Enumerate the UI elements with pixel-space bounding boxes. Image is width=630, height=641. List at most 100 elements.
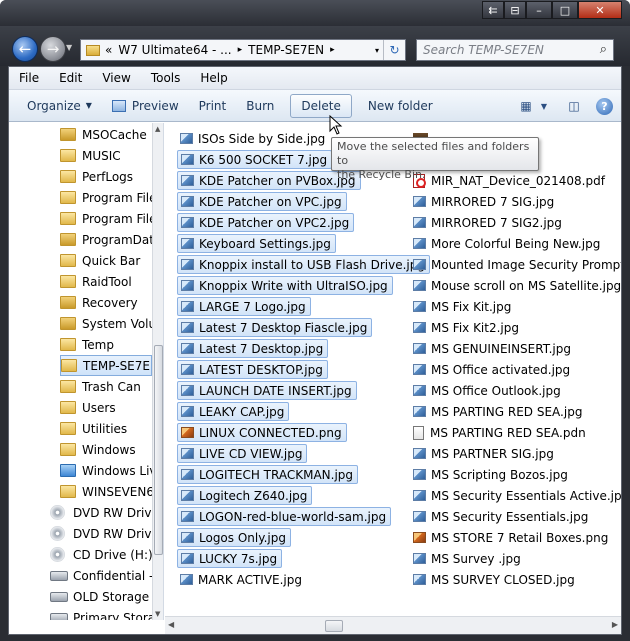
nav-item[interactable]: TEMP-SE7EN — [60, 355, 152, 376]
menu-tools[interactable]: Tools — [141, 71, 191, 85]
breadcrumb-separator-icon[interactable]: ▸ — [238, 45, 243, 55]
minimize-button[interactable]: – — [526, 1, 552, 19]
file-item[interactable]: LEAKY CAP.jpg — [177, 402, 290, 421]
file-item[interactable]: MS Scripting Bozos.jpg — [410, 465, 572, 484]
address-overflow[interactable]: « — [105, 43, 112, 57]
recent-pages-dropdown[interactable]: ▼ — [66, 43, 72, 52]
file-item[interactable]: MIRRORED 7 SIG2.jpg — [410, 213, 566, 232]
file-item[interactable]: MARK ACTIVE.jpg — [177, 570, 306, 589]
organize-button[interactable]: Organize ▼ — [17, 94, 102, 118]
nav-item[interactable]: WINSEVEN64 — [60, 481, 152, 502]
nav-item[interactable]: Utilities — [60, 418, 152, 439]
forward-button[interactable]: → — [40, 36, 66, 62]
view-options-icon[interactable]: ▦ — [514, 94, 538, 118]
file-item[interactable]: LARGE 7 Logo.jpg — [177, 297, 311, 316]
snap-icon[interactable]: ⊟ — [504, 1, 526, 19]
nav-item[interactable]: DVD RW Drive — [50, 523, 152, 544]
scroll-up-icon[interactable]: ▲ — [155, 125, 160, 133]
switch-window-icon[interactable]: ⇇ — [482, 1, 504, 19]
nav-item[interactable]: OLD Storage - \ — [50, 586, 152, 607]
file-item[interactable]: Keyboard Settings.jpg — [177, 234, 336, 253]
file-item[interactable]: MS Fix Kit.jpg — [410, 297, 515, 316]
nav-item[interactable]: Trash Can — [60, 376, 152, 397]
nav-item[interactable]: Primary Storag — [50, 607, 152, 620]
file-item[interactable]: MS Security Essentials Active.jpg — [410, 486, 621, 505]
address-dropdown-icon[interactable]: ▾ — [375, 46, 379, 55]
nav-item[interactable]: DVD RW Drive — [50, 502, 152, 523]
file-item[interactable]: KDE Patcher on VPC2.jpg — [177, 213, 355, 232]
preview-pane-icon[interactable]: ◫ — [562, 94, 586, 118]
file-item[interactable]: Logos Only.jpg — [177, 528, 291, 547]
file-item[interactable]: Mouse scroll on MS Satellite.jpg — [410, 276, 621, 295]
file-item[interactable]: ISOs Side by Side.jpg — [177, 129, 329, 148]
file-item[interactable]: MS STORE 7 Retail Boxes.png — [410, 528, 612, 547]
search-icon[interactable]: ⌕ — [600, 42, 607, 57]
refresh-button[interactable]: ↻ — [383, 40, 405, 60]
file-item[interactable]: LAUNCH DATE INSERT.jpg — [177, 381, 357, 400]
file-item[interactable]: KDE Patcher on PVBox.jpg — [177, 171, 361, 190]
file-item[interactable]: MS GENUINEINSERT.jpg — [410, 339, 575, 358]
nav-item[interactable]: Quick Bar — [60, 250, 152, 271]
new-folder-button[interactable]: New folder — [358, 94, 443, 118]
breadcrumb-drive[interactable]: W7 Ultimate64 - ... — [118, 43, 231, 57]
file-item[interactable]: MS Security Essentials.jpg — [410, 507, 592, 526]
delete-button[interactable]: Delete — [290, 93, 352, 118]
back-button[interactable]: ← — [12, 36, 38, 62]
nav-item[interactable]: Users — [60, 397, 152, 418]
nav-item[interactable]: MSOCache — [60, 124, 152, 145]
address-bar[interactable]: « W7 Ultimate64 - ... ▸ TEMP-SE7EN ▸ ▾ ↻ — [80, 39, 406, 61]
view-dropdown-icon[interactable]: ▼ — [538, 94, 550, 118]
nav-item[interactable]: ProgramData — [60, 229, 152, 250]
file-item[interactable]: MS PARTING RED SEA.jpg — [410, 402, 586, 421]
file-item[interactable]: MS Office activated.jpg — [410, 360, 574, 379]
nav-item[interactable]: System Volur — [60, 313, 152, 334]
file-item[interactable]: MS SURVEY CLOSED.jpg — [410, 570, 579, 589]
scroll-right-icon[interactable]: ▶ — [612, 620, 618, 629]
help-icon[interactable]: ? — [596, 97, 613, 115]
horizontal-scrollbar[interactable]: ◀ ▶ — [165, 616, 621, 634]
file-item[interactable]: Knoppix Write with UltraISO.jpg — [177, 276, 393, 295]
file-item[interactable]: MS Office Outlook.jpg — [410, 381, 565, 400]
burn-button[interactable]: Burn — [236, 94, 284, 118]
nav-item[interactable]: Windows — [60, 439, 152, 460]
nav-item[interactable]: Program File — [60, 187, 152, 208]
file-item[interactable]: MIRRORED 7 SIG.jpg — [410, 192, 558, 211]
nav-item[interactable]: Program File — [60, 208, 152, 229]
print-button[interactable]: Print — [189, 94, 237, 118]
file-item[interactable]: MS Survey .jpg — [410, 549, 525, 568]
file-item[interactable]: MS PARTING RED SEA.pdn — [410, 423, 590, 442]
nav-item[interactable]: MUSIC — [60, 145, 152, 166]
nav-item[interactable]: Temp — [60, 334, 152, 355]
search-input[interactable]: Search TEMP-SE7EN ⌕ — [416, 39, 614, 61]
maximize-button[interactable]: □ — [552, 1, 578, 19]
nav-pane-scrollbar[interactable]: ▲ ▼ — [152, 123, 163, 620]
scroll-left-icon[interactable]: ◀ — [168, 620, 174, 629]
nav-item[interactable]: Windows Liv — [60, 460, 152, 481]
file-item[interactable]: LOGITECH TRACKMAN.jpg — [177, 465, 359, 484]
nav-item[interactable]: Confidential - \ — [50, 565, 152, 586]
scrollbar-thumb[interactable] — [325, 620, 343, 632]
file-item[interactable]: MS Fix Kit2.jpg — [410, 318, 523, 337]
file-item[interactable]: LOGON-red-blue-world-sam.jpg — [177, 507, 392, 526]
breadcrumb-separator-icon[interactable]: ▸ — [330, 45, 335, 55]
preview-button[interactable]: Preview — [102, 94, 189, 118]
scrollbar-thumb[interactable] — [154, 345, 163, 555]
breadcrumb-current-folder[interactable]: TEMP-SE7EN — [248, 43, 324, 57]
file-item[interactable]: LATEST DESKTOP.jpg — [177, 360, 328, 379]
file-item[interactable]: LUCKY 7s.jpg — [177, 549, 283, 568]
menu-view[interactable]: View — [92, 71, 140, 85]
scroll-down-icon[interactable]: ▼ — [155, 610, 160, 618]
menu-help[interactable]: Help — [190, 71, 237, 85]
close-button[interactable]: ✕ — [578, 1, 622, 19]
file-item[interactable]: Knoppix install to USB Flash Drive.jpg — [177, 255, 430, 274]
file-item[interactable]: KDE Patcher on VPC.jpg — [177, 192, 347, 211]
menu-edit[interactable]: Edit — [49, 71, 92, 85]
file-item[interactable]: LINUX CONNECTED.png — [177, 423, 347, 442]
file-item[interactable]: Logitech Z640.jpg — [177, 486, 313, 505]
file-item[interactable]: Mounted Image Security Prompt.jpg — [410, 255, 621, 274]
nav-item[interactable]: PerfLogs — [60, 166, 152, 187]
menu-file[interactable]: File — [9, 71, 49, 85]
file-item[interactable]: Latest 7 Desktop.jpg — [177, 339, 329, 358]
nav-item[interactable]: RaidTool — [60, 271, 152, 292]
file-item[interactable]: MS PARTNER SIG.jpg — [410, 444, 558, 463]
